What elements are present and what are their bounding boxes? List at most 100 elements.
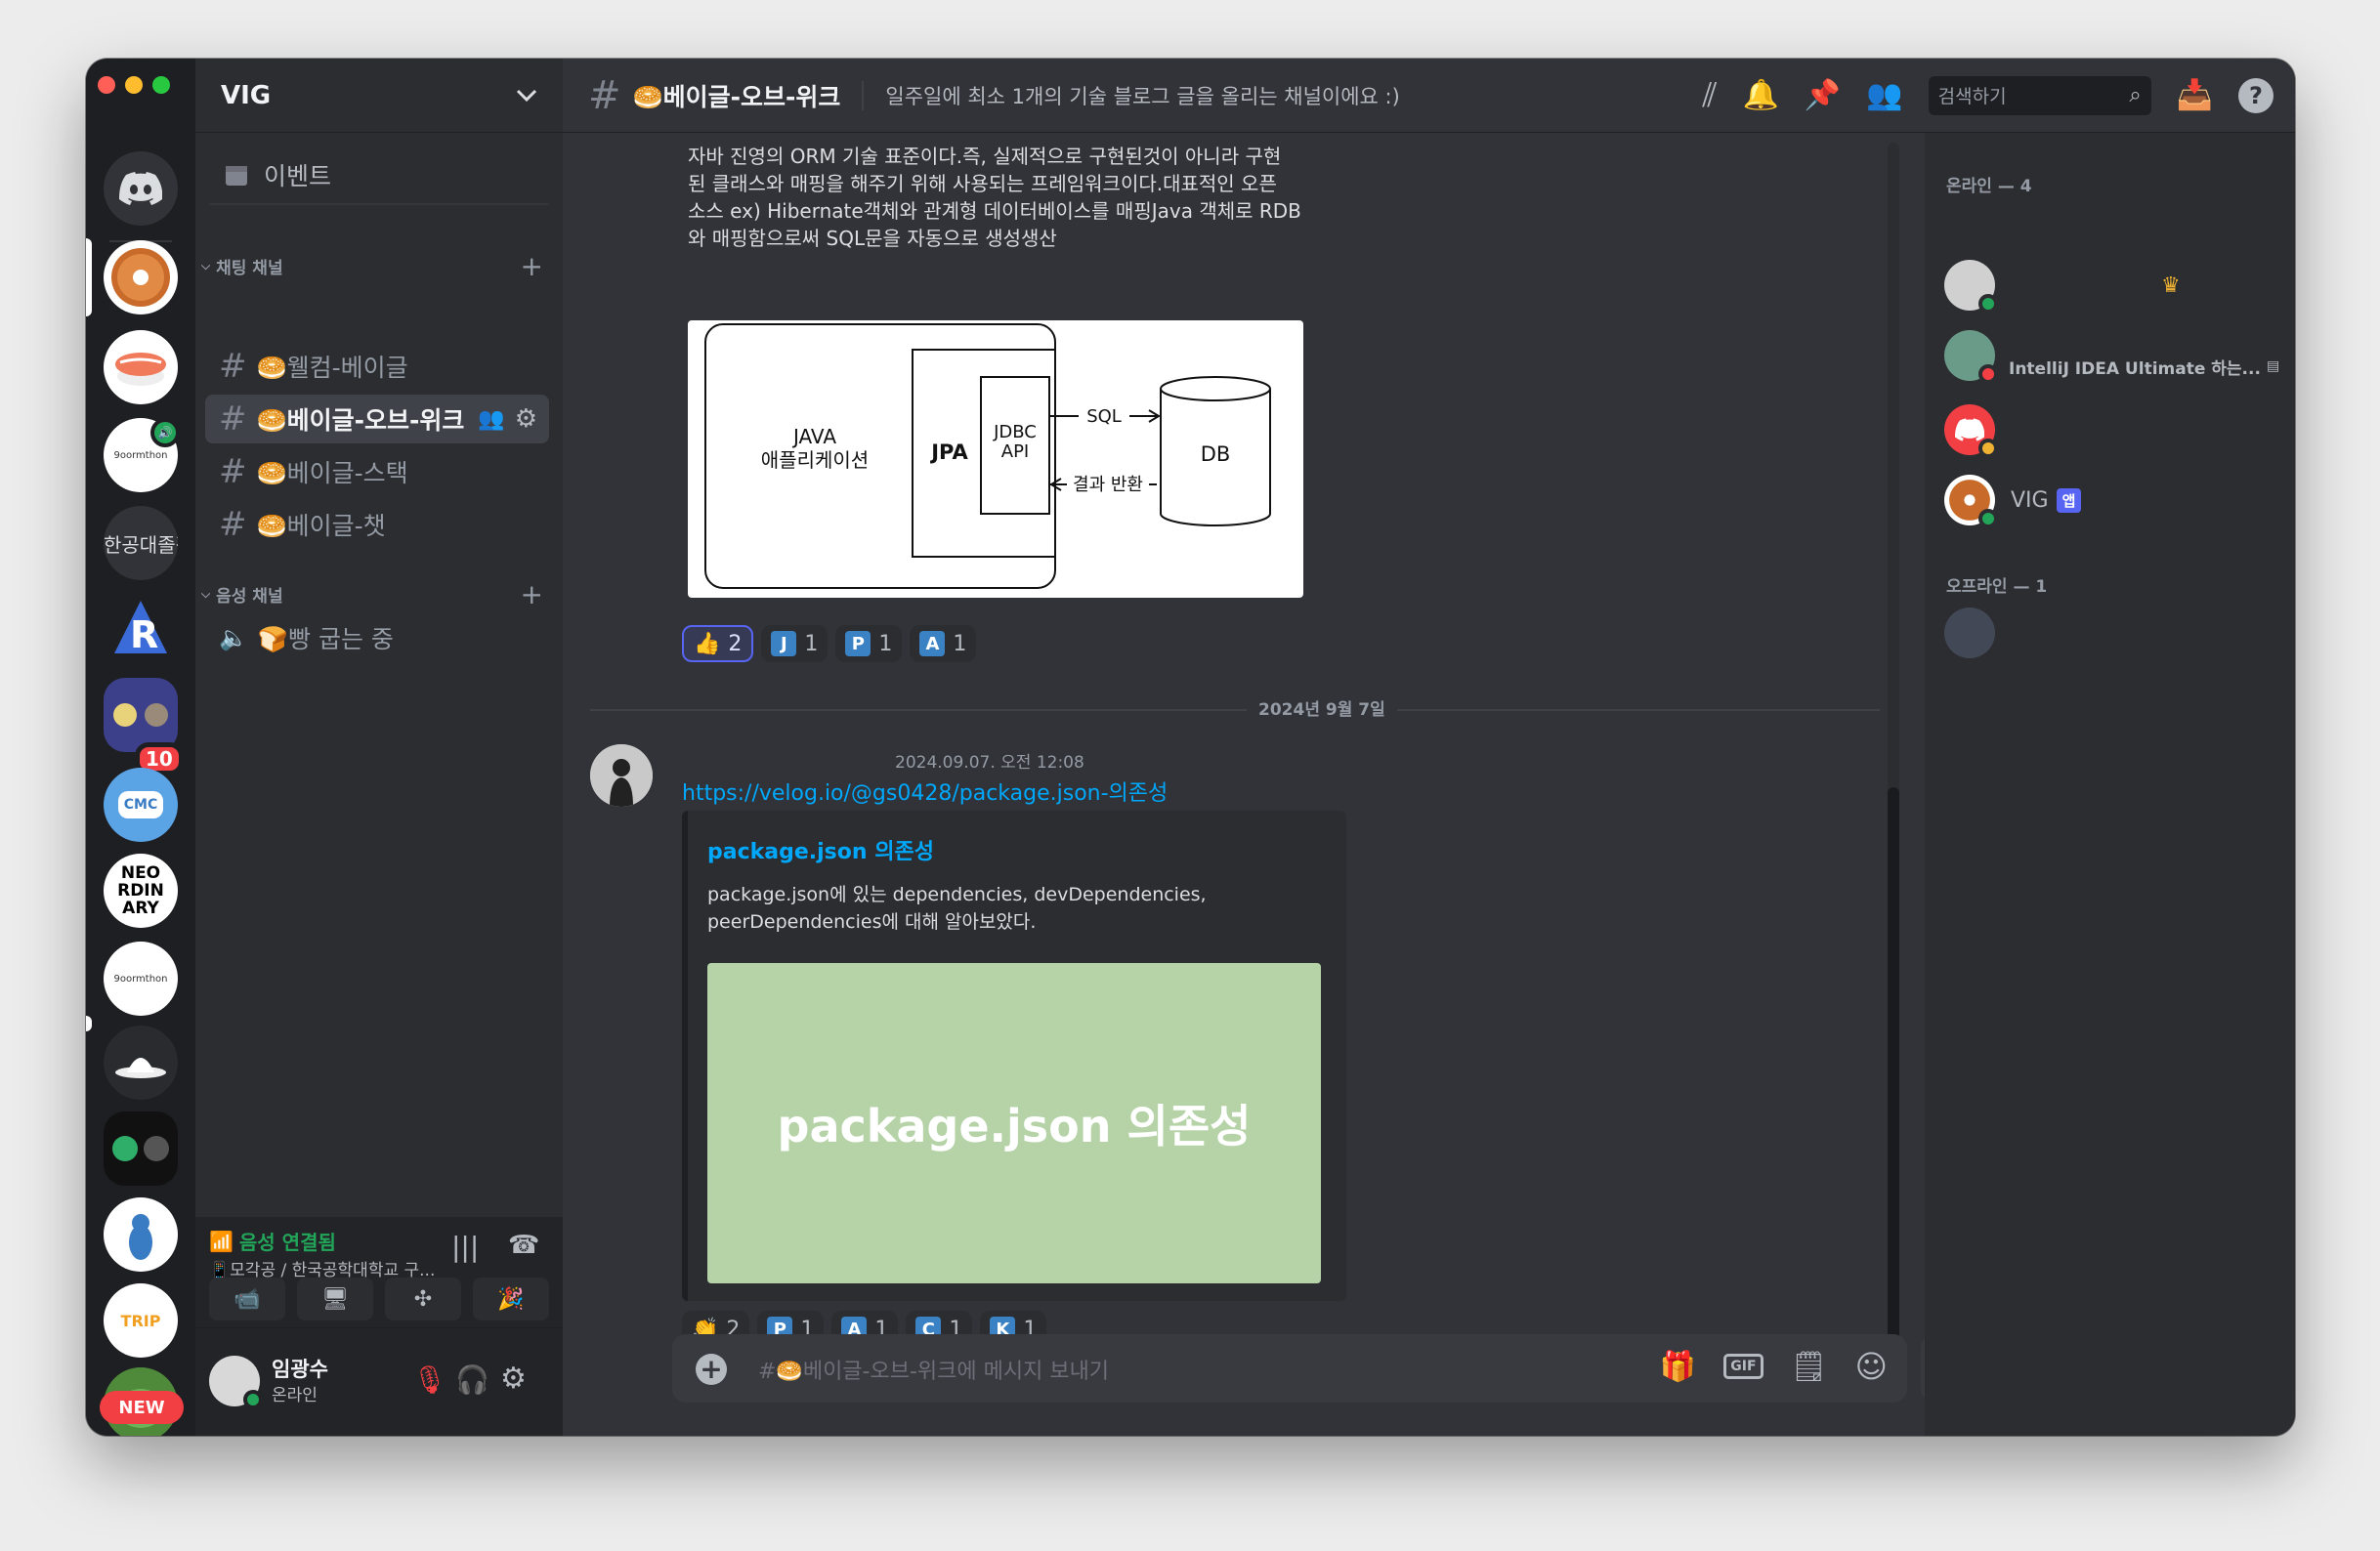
author-avatar[interactable] <box>590 744 653 807</box>
activities-button[interactable]: ✣ <box>385 1278 461 1320</box>
member-row[interactable]: IntelliJ IDEA Ultimate 하는... ▤ <box>1944 330 2279 384</box>
server-sushi[interactable] <box>104 330 178 404</box>
jpa-diagram-image[interactable]: JAVA 애플리케이션 JPA JDBC API SQL 결과 반환 DB <box>688 320 1303 598</box>
disconnect-icon[interactable]: ☎ <box>508 1231 539 1260</box>
regional-p-icon: P <box>845 631 871 656</box>
server-r[interactable]: R <box>104 592 178 666</box>
server-cmc[interactable]: CMC <box>104 768 178 842</box>
date-divider-line <box>590 709 1880 711</box>
hash-icon: # <box>588 72 621 118</box>
username[interactable]: 임광수 <box>272 1354 328 1383</box>
noise-suppression-icon[interactable]: ||| <box>451 1231 479 1263</box>
server-korea-graduation[interactable]: 한공대졸작 <box>104 506 178 580</box>
text-line: 자바 진영의 ORM 기술 표준이다.즉, 실제적으로 구현된것이 아니라 구현 <box>688 145 1282 168</box>
add-channel-plus-icon[interactable]: + <box>521 578 543 610</box>
events-label: 이벤트 <box>264 162 332 190</box>
settings-gear-icon[interactable]: ⚙ <box>500 1362 527 1396</box>
embed-image[interactable]: package.json 의존성 <box>707 963 1321 1283</box>
voice-channel-name: 🍞빵 굽는 중 <box>257 625 394 653</box>
diagram-jdbc-label-2: API <box>1001 441 1029 462</box>
svg-text:R: R <box>130 613 158 656</box>
velog-link[interactable]: https://velog.io/@gs0428/package.json-의존… <box>682 776 1168 807</box>
member-list-icon[interactable]: 👥 <box>1866 78 1902 112</box>
channel-item-bagel-of-week[interactable]: # 🥯베이글-오브-위크 👥 ⚙ <box>205 395 549 443</box>
unread-pill <box>86 1016 92 1031</box>
server-trip[interactable]: TRIP <box>104 1283 178 1358</box>
mascot-icon <box>129 1214 152 1260</box>
channel-item-stack[interactable]: # 🥯베이글-스택 <box>205 447 549 496</box>
voice-channel-category[interactable]: ⌵ 음성 채널 + <box>201 578 543 610</box>
pin-icon[interactable]: 📌 <box>1805 78 1841 112</box>
mic-muted-icon[interactable]: 🎙 <box>412 1363 447 1396</box>
events-item[interactable]: 이벤트 <box>205 150 549 199</box>
diagram-db-label: DB <box>1201 442 1231 466</box>
inbox-icon[interactable]: 📥 <box>2177 78 2213 112</box>
member-row-offline[interactable] <box>1944 608 1995 658</box>
online-status-dot <box>1978 509 1998 528</box>
search-icon: ⌕ <box>2129 83 2142 107</box>
member-avatar <box>1944 608 1995 658</box>
reaction-letter-j[interactable]: J1 <box>761 625 829 662</box>
scrollbar-thumb[interactable] <box>1888 787 1899 1393</box>
home-button[interactable] <box>104 151 178 226</box>
reaction-letter-p[interactable]: P1 <box>835 625 903 662</box>
person-silhouette-icon <box>590 744 653 807</box>
user-avatar[interactable] <box>209 1356 263 1409</box>
hash-icon: # <box>219 347 247 386</box>
gif-button[interactable]: GIF <box>1723 1354 1764 1379</box>
member-row-vig[interactable]: VIG 앱 <box>1944 475 2082 528</box>
threads-icon[interactable]: ⫽ <box>1702 76 1717 115</box>
headphones-icon[interactable]: 🎧 <box>455 1363 489 1396</box>
attach-plus-icon[interactable]: + <box>696 1354 727 1385</box>
server-kakao-goormthon[interactable]: 9oormthon <box>104 942 178 1016</box>
channel-item-chat[interactable]: # 🥯베이글-챗 <box>205 500 549 549</box>
soundboard-icon: 🎉 <box>497 1286 525 1312</box>
text-channel-category[interactable]: ⌵ 채팅 채널 + <box>201 250 543 282</box>
hash-icon: # <box>219 452 247 491</box>
server-folder[interactable] <box>104 678 178 752</box>
neordinary-text: NEO RDIN ARY <box>117 863 164 918</box>
hat-icon <box>115 1058 166 1078</box>
screen-share-button[interactable]: 🖥 <box>297 1278 373 1320</box>
channel-topic[interactable]: 일주일에 최소 1개의 기술 블로그 글을 올리는 채널이에요 :) <box>885 81 1399 110</box>
reaction-letter-a[interactable]: A1 <box>910 625 977 662</box>
search-placeholder: 검색하기 <box>1937 86 2007 107</box>
sticker-icon[interactable]: 🗒 <box>1791 1350 1828 1384</box>
maximize-window-button[interactable] <box>152 76 170 94</box>
embed-title[interactable]: package.json 의존성 <box>707 834 934 865</box>
chevron-down-icon <box>516 89 537 102</box>
voice-status[interactable]: 📶 음성 연결됨 <box>209 1227 336 1255</box>
add-channel-plus-icon[interactable]: + <box>521 250 543 282</box>
search-box[interactable]: 검색하기 ⌕ <box>1928 75 2151 115</box>
emoji-icon[interactable]: ☺ <box>1855 1348 1888 1385</box>
speaker-icon: 🔈 <box>219 624 248 651</box>
soundboard-button[interactable]: 🎉 <box>473 1278 549 1320</box>
server-folder-2[interactable] <box>104 1111 178 1186</box>
server-neordinary[interactable]: NEO RDIN ARY <box>104 854 178 928</box>
new-badge[interactable]: NEW <box>100 1391 184 1424</box>
reaction-thumbs-up[interactable]: 👍 2 <box>682 625 754 662</box>
close-window-button[interactable] <box>98 76 115 94</box>
voice-channel-item[interactable]: 🔈 🍞빵 굽는 중 <box>205 613 549 662</box>
member-row[interactable] <box>1944 404 1998 458</box>
calendar-icon <box>226 166 247 186</box>
help-icon[interactable]: ? <box>2238 77 2274 113</box>
bell-icon[interactable]: 🔔 <box>1743 78 1779 112</box>
server-vig[interactable] <box>104 240 178 314</box>
gear-icon[interactable]: ⚙ <box>515 404 537 434</box>
minimize-window-button[interactable] <box>125 76 143 94</box>
hash-icon: # <box>219 505 247 544</box>
server-character[interactable] <box>104 1197 178 1272</box>
channel-item-welcome[interactable]: # 🥯웰컴-베이글 <box>205 342 549 391</box>
camera-off-button[interactable]: 📹 <box>209 1278 285 1320</box>
channel-name: 🥯웰컴-베이글 <box>256 354 408 382</box>
server-header[interactable]: VIG <box>195 59 563 133</box>
idle-status-dot <box>1978 439 1998 458</box>
server-hat[interactable] <box>104 1026 178 1100</box>
text-line: 된 클래스와 매핑을 해주기 위해 사용되는 프레임워크이다.대표적인 오픈 <box>688 172 1277 195</box>
gift-icon[interactable]: 🎁 <box>1660 1350 1696 1384</box>
invite-icon[interactable]: 👥 <box>478 407 504 432</box>
embed-desc-line: peerDependencies에 대해 알아보았다. <box>707 911 1037 933</box>
member-row[interactable]: ♛ <box>1944 260 2181 314</box>
message-input[interactable]: #🥯베이글-오브-위크에 메시지 보내기 <box>758 1354 1109 1385</box>
